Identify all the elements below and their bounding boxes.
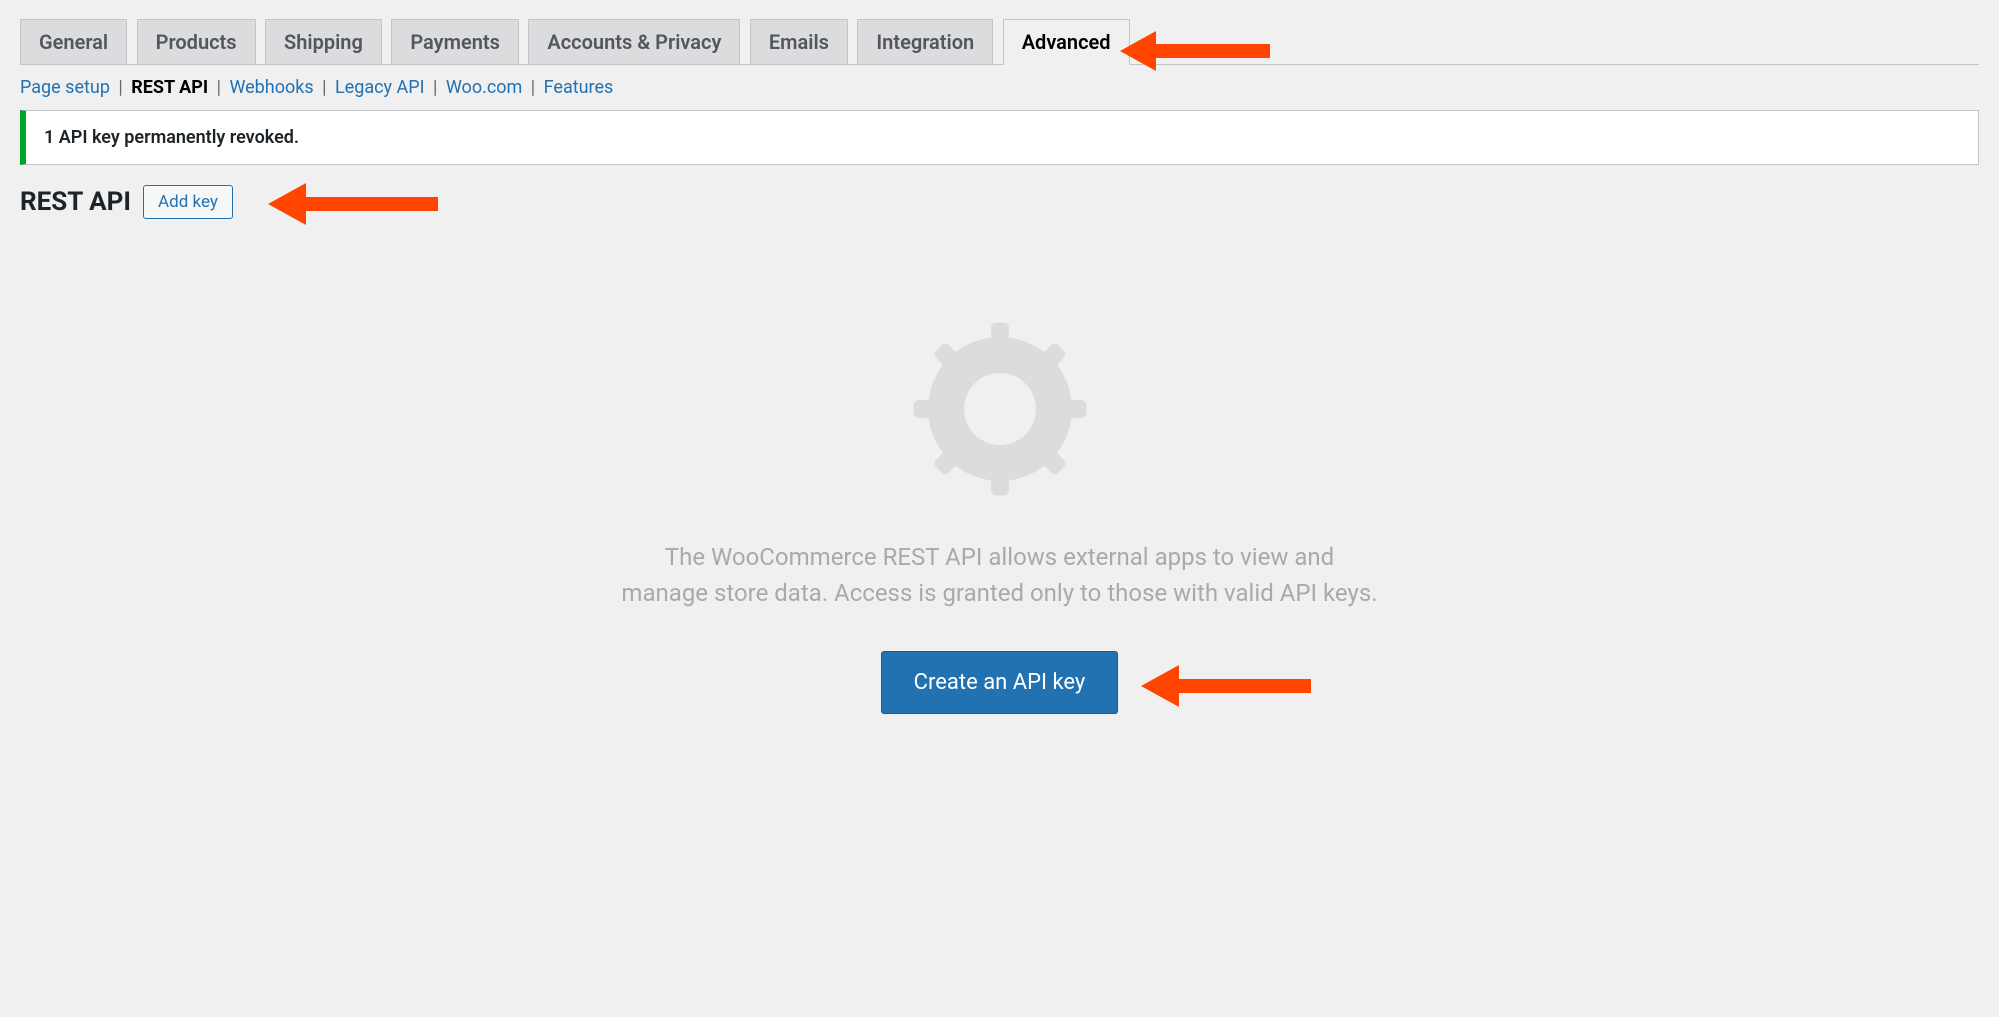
- tab-integration[interactable]: Integration: [857, 19, 993, 65]
- page-heading-row: REST API Add key: [20, 185, 1979, 219]
- create-api-key-button[interactable]: Create an API key: [881, 651, 1119, 714]
- empty-state-description: The WooCommerce REST API allows external…: [620, 539, 1380, 611]
- tab-shipping[interactable]: Shipping: [265, 19, 382, 65]
- add-key-button[interactable]: Add key: [143, 185, 233, 219]
- empty-state: The WooCommerce REST API allows external…: [20, 319, 1979, 774]
- tab-payments[interactable]: Payments: [391, 19, 519, 65]
- page-title: REST API: [20, 187, 131, 217]
- tab-emails[interactable]: Emails: [750, 19, 848, 65]
- subnav-woo-com[interactable]: Woo.com: [446, 77, 522, 98]
- arrow-annotation-advanced-tab: [1120, 26, 1270, 80]
- arrow-annotation-create-key: [1141, 661, 1311, 715]
- notice-success: 1 API key permanently revoked.: [20, 110, 1979, 165]
- subnav-webhooks[interactable]: Webhooks: [229, 77, 313, 98]
- subnav-legacy-api[interactable]: Legacy API: [335, 77, 425, 98]
- tab-general[interactable]: General: [20, 19, 127, 65]
- sub-navigation: Page setup | REST API | Webhooks | Legac…: [20, 77, 1979, 98]
- subnav-features[interactable]: Features: [544, 77, 614, 98]
- subnav-page-setup[interactable]: Page setup: [20, 77, 110, 98]
- notice-message: 1 API key permanently revoked.: [44, 127, 299, 148]
- separator: |: [118, 77, 127, 98]
- tab-accounts-privacy[interactable]: Accounts & Privacy: [528, 19, 740, 65]
- tab-advanced[interactable]: Advanced: [1003, 19, 1130, 65]
- separator: |: [433, 77, 442, 98]
- arrow-annotation-add-key: [268, 179, 438, 233]
- separator: |: [322, 77, 331, 98]
- separator: |: [531, 77, 540, 98]
- tab-products[interactable]: Products: [137, 19, 256, 65]
- separator: |: [217, 77, 226, 98]
- subnav-rest-api[interactable]: REST API: [131, 77, 208, 98]
- settings-tabs: General Products Shipping Payments Accou…: [20, 10, 1979, 65]
- gear-icon: [910, 319, 1090, 499]
